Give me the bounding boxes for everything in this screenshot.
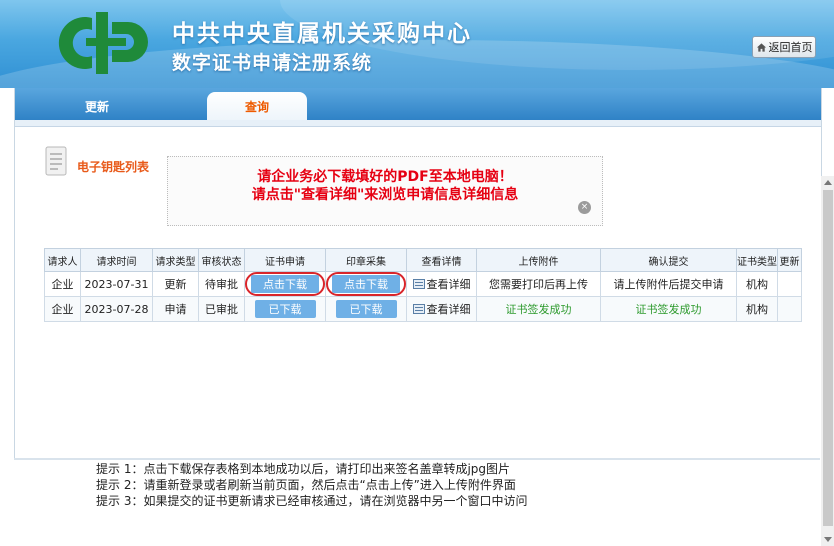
tip-3: 提示 3：如果提交的证书更新请求已经审核通过，请在浏览器中另一个窗口中访问 — [96, 494, 528, 508]
cert-download-button[interactable]: 点击下载 — [251, 275, 319, 293]
notice-box: 请企业务必下载填好的PDF至本地电脑！ 请点击"查看详细"来浏览申请信息详细信息… — [167, 156, 603, 226]
seal-downloaded-badge: 已下载 — [335, 300, 397, 318]
close-icon[interactable]: × — [578, 201, 591, 214]
cell-requester: 企业 — [44, 296, 81, 322]
tips-block: 提示 1：点击下载保存表格到本地成功以后，请打印出来签名盖章转成jpg图片 提示… — [96, 461, 527, 509]
view-detail-icon — [412, 304, 425, 314]
col-header: 请求时间 — [80, 248, 153, 272]
cell-update — [777, 271, 802, 297]
notice-line-2: 请点击"查看详细"来浏览申请信息详细信息 — [251, 187, 519, 203]
tab-query[interactable]: 查询 — [207, 92, 307, 120]
tab-underline — [15, 120, 821, 127]
cell-requester: 企业 — [44, 271, 81, 297]
view-detail-link[interactable]: 查看详细 — [412, 301, 471, 317]
col-header: 请求人 — [44, 248, 81, 272]
bottom-divider — [14, 458, 820, 460]
cell-seal: 点击下载 — [325, 271, 407, 297]
tip-2: 提示 2：请重新登录或者刷新当前页面，然后点击“点击上传”进入上传附件界面 — [96, 478, 516, 492]
cell-time: 2023-07-28 — [80, 296, 153, 322]
cell-upload: 您需要打印后再上传 — [476, 271, 601, 297]
org-title: 中共中央直属机关采购中心 — [172, 21, 472, 47]
table-header-row: 请求人 请求时间 请求类型 审核状态 证书申请 印章采集 查看详情 上传附件 确… — [44, 248, 802, 272]
cell-cert-type: 机构 — [736, 271, 778, 297]
cell-detail: 查看详细 — [406, 271, 477, 297]
system-title: 数字证书申请注册系统 — [172, 52, 373, 74]
cell-detail: 查看详细 — [406, 296, 477, 322]
col-header: 请求类型 — [152, 248, 199, 272]
tab-update[interactable]: 更新 — [47, 92, 147, 120]
cell-cert-type: 机构 — [736, 296, 778, 322]
cell-seal: 已下载 — [325, 296, 407, 322]
key-list-table: 请求人 请求时间 请求类型 审核状态 证书申请 印章采集 查看详情 上传附件 确… — [44, 248, 802, 322]
cell-status: 待审批 — [198, 271, 245, 297]
view-detail-link[interactable]: 查看详细 — [412, 276, 471, 292]
home-icon — [756, 42, 766, 52]
cell-cert: 已下载 — [244, 296, 326, 322]
cell-type: 更新 — [152, 271, 199, 297]
table-row: 企业 2023-07-31 更新 待审批 点击下载 点击下载 查看详细 您需要打… — [44, 271, 802, 297]
cell-confirm: 证书签发成功 — [600, 296, 737, 322]
table-row: 企业 2023-07-28 申请 已审批 已下载 已下载 查看详细 证书签发成功 — [44, 296, 802, 322]
cell-update — [777, 296, 802, 322]
tip-1: 提示 1：点击下载保存表格到本地成功以后，请打印出来签名盖章转成jpg图片 — [96, 462, 511, 476]
view-detail-label: 查看详细 — [426, 303, 471, 316]
cell-time: 2023-07-31 — [80, 271, 153, 297]
col-header: 印章采集 — [325, 248, 407, 272]
col-header: 查看详情 — [406, 248, 477, 272]
tab-bar: 更新 查询 — [15, 88, 821, 120]
col-header: 证书申请 — [244, 248, 326, 272]
col-header: 确认提交 — [600, 248, 737, 272]
cell-status: 已审批 — [198, 296, 245, 322]
seal-download-button[interactable]: 点击下载 — [332, 275, 400, 293]
cell-upload: 证书签发成功 — [476, 296, 601, 322]
view-detail-icon — [412, 279, 425, 289]
highlight-circle: 点击下载 — [245, 272, 325, 296]
cell-cert: 点击下载 — [244, 271, 326, 297]
document-list-icon — [45, 146, 67, 176]
col-header: 审核状态 — [198, 248, 245, 272]
notice-line-1: 请企业务必下载填好的PDF至本地电脑！ — [257, 169, 513, 185]
cell-type: 申请 — [152, 296, 199, 322]
home-button-label: 返回首页 — [768, 41, 813, 54]
highlight-circle: 点击下载 — [326, 272, 406, 296]
scrollbar[interactable] — [821, 176, 834, 546]
cert-downloaded-badge: 已下载 — [254, 300, 316, 318]
home-button[interactable]: 返回首页 — [752, 36, 816, 58]
org-logo-icon — [58, 12, 148, 74]
view-detail-label: 查看详细 — [426, 278, 471, 291]
cell-confirm: 请上传附件后提交申请 — [600, 271, 737, 297]
col-header: 证书类型 — [736, 248, 778, 272]
col-header: 上传附件 — [476, 248, 601, 272]
header-banner: 中共中央直属机关采购中心 数字证书申请注册系统 返回首页 — [0, 0, 834, 88]
col-header: 更新 — [777, 248, 802, 272]
section-title: 电子钥匙列表 — [77, 160, 150, 174]
